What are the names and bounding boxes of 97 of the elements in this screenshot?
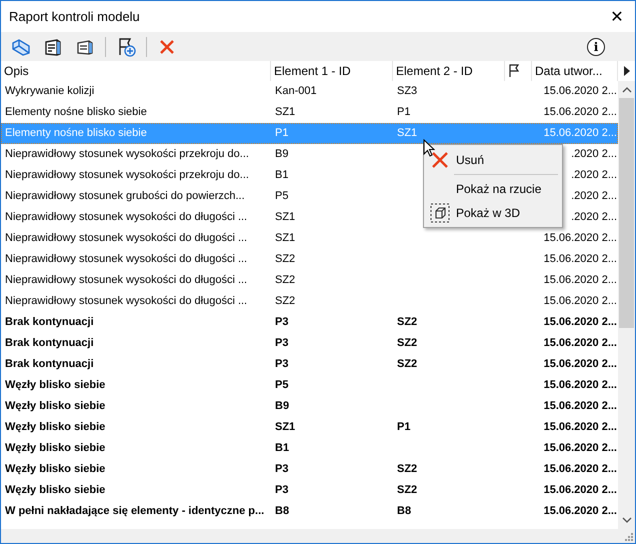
column-header[interactable]: Opis [1,61,271,81]
table-cell-text: P1 [396,105,412,120]
table-cell-text: .2020 2... [570,168,618,183]
table-cell-text: 15.06.2020 2... [542,336,618,351]
wall-icon[interactable] [43,36,63,56]
table-cell-text: Węzły blisko siebie [4,378,106,393]
menu-item[interactable]: Usuń [424,148,562,172]
table-cell-text: Wykrywanie kolizji [4,84,96,99]
delete-icon [431,151,449,169]
table-cell-text: Brak kontynuacji [4,315,95,330]
table-cell-text: 15.06.2020 2... [542,483,618,498]
table-cell-text: P1 [396,420,412,435]
table-cell-text: 15.06.2020 2... [542,252,618,267]
table-cell-text: 15.06.2020 2... [542,294,618,309]
table-cell-text: SZ2 [396,315,418,330]
structure-icon[interactable] [11,36,31,56]
table-cell-text: .2020 2... [570,147,618,162]
table-cell-text: P3 [274,315,290,330]
table-cell-text: 15.06.2020 2... [542,231,618,246]
table-cell-text: P1 [274,126,290,141]
cube-icon [430,203,450,223]
column-header[interactable]: Element 1 - ID [271,61,393,81]
table-cell-text: SZ1 [274,210,296,225]
table-cell-text: B1 [274,168,290,183]
scroll-right-icon[interactable] [622,66,630,76]
table-cell-text: SZ2 [396,336,418,351]
table-cell-text: Nieprawidłowy stosunek wysokości do długości ... [4,231,248,246]
table-cell-text: Węzły blisko siebie [4,399,106,414]
menu-item-label: Usuń [456,153,484,167]
mouse-cursor-icon [423,139,435,157]
table-cell-text: SZ2 [396,462,418,477]
menu-item[interactable]: Pokaż w 3D [424,201,562,225]
table-cell-text: Węzły blisko siebie [4,441,106,456]
menu-item-label: Pokaż na rzucie [456,182,542,196]
table-cell-text: B9 [274,399,290,414]
table-cell-text: P3 [274,483,290,498]
table-cell-text: P3 [274,336,290,351]
table-cell-text: Nieprawidłowy stosunek wysokości przekroju do... [4,168,250,183]
table-cell-text: 15.06.2020 2... [542,399,618,414]
table-cell-text: Elementy nośne blisko siebie [4,126,148,141]
table-cell-text: 15.06.2020 2... [542,462,618,477]
table-cell-text: Węzły blisko siebie [4,483,106,498]
table-cell-text: .2020 2... [570,210,618,225]
table-cell-text: B1 [274,441,290,456]
flag-icon [508,64,520,78]
table-cell-text: W pełni nakładające się elementy - identyczne p... [4,504,266,519]
table-cell-text: B8 [274,504,290,519]
table-cell-text: Nieprawidłowy stosunek wysokości do długości ... [4,273,248,288]
menu-item-label: Pokaż w 3D [456,206,520,220]
table-cell-text: 15.06.2020 2... [542,378,618,393]
table-cell-text: P5 [274,189,290,204]
table-cell-text: 15.06.2020 2... [542,315,618,330]
table-cell-text: Brak kontynuacji [4,357,95,372]
table-cell-text: SZ3 [396,84,418,99]
table-cell-text: P3 [274,462,290,477]
table-cell-text: SZ2 [396,357,418,372]
window-title: Raport kontroli modelu [9,9,140,24]
table-cell-text: Nieprawidłowy stosunek wysokości do długości ... [4,210,248,225]
table-cell-text: Kan-001 [274,84,318,99]
column-header[interactable]: Data utwor... [532,61,618,81]
table-cell-text: 15.06.2020 2... [542,441,618,456]
table-cell-text: B8 [396,504,412,519]
column-header[interactable]: Element 2 - ID [393,61,505,81]
table-cell-text: SZ1 [274,420,296,435]
table-cell-text: SZ2 [396,483,418,498]
table-cell-text: SZ1 [274,105,296,120]
table-cell-text: SZ1 [274,231,296,246]
table-cell-text: SZ1 [396,126,418,141]
table-cell-text: SZ2 [274,273,296,288]
table-cell-text: P5 [274,378,290,393]
table-cell-text: Nieprawidłowy stosunek wysokości do długości ... [4,252,248,267]
table-cell-text: 15.06.2020 2... [542,84,618,99]
table-cell-text: Brak kontynuacji [4,336,95,351]
info-button[interactable]: i [587,38,605,56]
scroll-up-icon[interactable] [622,87,632,93]
table-cell-text: Węzły blisko siebie [4,420,106,435]
vertical-scrollbar[interactable] [618,81,635,529]
table-cell-text: 15.06.2020 2... [542,273,618,288]
table-cell-text: SZ2 [274,252,296,267]
scroll-down-icon[interactable] [622,517,632,523]
table-cell-text: Nieprawidłowy stosunek wysokości przekroju do... [4,147,250,162]
table-cell-text: Nieprawidłowy stosunek grubości do powierzch... [4,189,246,204]
table-cell-text: 15.06.2020 2... [542,126,618,141]
table-cell-text: P3 [274,357,290,372]
table-cell-text: Węzły blisko siebie [4,462,106,477]
resize-grip-icon[interactable] [625,533,633,541]
table-cell-text: SZ2 [274,294,296,309]
table-cell-text: 15.06.2020 2... [542,357,618,372]
table-cell-text: Elementy nośne blisko siebie [4,105,148,120]
close-button[interactable]: ✕ [599,2,635,32]
table-cell-text: 15.06.2020 2... [542,420,618,435]
table-cell-text: 15.06.2020 2... [542,504,618,519]
table-cell-text: B9 [274,147,290,162]
table-cell-text: 15.06.2020 2... [542,105,618,120]
scrollbar-thumb[interactable] [619,98,634,328]
menu-item[interactable]: Pokaż na rzucie [424,177,562,201]
table-cell-text: Nieprawidłowy stosunek wysokości do długości ... [4,294,248,309]
